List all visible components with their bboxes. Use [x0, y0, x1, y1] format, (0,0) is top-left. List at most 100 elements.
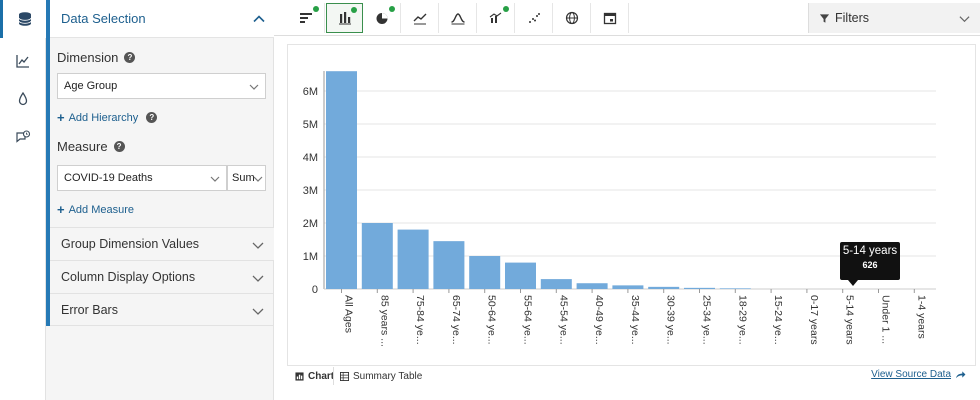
bell-curve-icon — [451, 13, 465, 25]
tab-summary-table[interactable]: Summary Table — [333, 367, 428, 385]
add-measure-link[interactable]: + Add Measure — [57, 202, 134, 217]
chevron-down-icon — [959, 16, 970, 23]
plus-icon: + — [57, 202, 65, 217]
measure-value: COVID-19 Deaths — [64, 172, 153, 184]
tooltip-value: 626 — [862, 260, 878, 270]
chevron-down-icon — [252, 275, 264, 282]
area-chart-button[interactable] — [440, 3, 477, 33]
rail-style-button[interactable] — [0, 80, 46, 118]
x-tick-label: 65-74 ye... — [450, 295, 462, 345]
active-dot — [503, 6, 509, 12]
add-hierarchy-link[interactable]: + Add Hierarchy ? — [57, 110, 158, 125]
bar — [684, 287, 715, 289]
help-icon[interactable]: ? — [113, 141, 125, 152]
globe-icon — [565, 11, 579, 25]
pie-chart-button[interactable] — [364, 3, 401, 33]
help-icon[interactable]: ? — [124, 52, 136, 63]
calendar-chart-button[interactable] — [592, 3, 629, 33]
scatter-icon — [529, 13, 540, 23]
dimension-select[interactable]: Age Group — [57, 73, 266, 99]
bar — [719, 288, 751, 289]
section-label: Column Display Options — [61, 270, 196, 284]
horizontal-bar-chart-button[interactable] — [288, 3, 325, 33]
rail-data-button[interactable] — [0, 0, 46, 38]
bar — [397, 229, 429, 289]
filters-button[interactable]: Filters — [808, 3, 980, 33]
x-tick-label: 85 years ... — [378, 295, 390, 347]
droplet-icon — [18, 91, 28, 106]
vertical-bar-icon — [338, 12, 351, 25]
rail-chart-button[interactable] — [0, 42, 46, 80]
help-icon[interactable]: ? — [146, 112, 158, 123]
bar — [361, 223, 393, 289]
panel-title: Data Selection — [61, 11, 146, 26]
combo-chart-button[interactable] — [478, 3, 515, 33]
chart-line-icon — [16, 55, 29, 68]
x-tick-label: All Ages — [343, 295, 355, 333]
y-tick-label: 1M — [303, 251, 318, 263]
database-icon — [18, 12, 31, 26]
active-dot — [351, 7, 357, 13]
aggregation-select[interactable]: Sum — [227, 165, 266, 191]
y-tick-label: 5M — [303, 119, 318, 131]
bar — [612, 285, 644, 289]
x-tick-label: 55-64 ye... — [522, 295, 534, 345]
x-tick-label: 5-14 years — [844, 295, 856, 345]
chart-tooltip: 5-14 years 626 — [840, 242, 900, 286]
dimension-value: Age Group — [64, 80, 118, 92]
chart-card: 0 1M 2M 3M 4M 5M 6M All Ages 85 years ... 75-84 y… — [287, 44, 976, 385]
measure-label-text: Measure — [57, 139, 108, 154]
scatter-chart-button[interactable] — [516, 3, 553, 33]
line-chart-icon — [413, 13, 427, 25]
chevron-down-icon — [253, 176, 263, 182]
tab-summary-table-label: Summary Table — [353, 370, 423, 382]
active-dot — [313, 6, 319, 12]
chart-type-toolbar: Filters — [274, 0, 980, 36]
horizontal-bar-icon — [300, 13, 312, 23]
x-tick-label: 45-54 ye... — [557, 295, 569, 345]
pie-chart-icon — [376, 13, 388, 24]
chat-clock-icon — [16, 130, 31, 143]
x-tick-label: Under 1 ... — [880, 295, 892, 344]
x-tick-label: 15-24 ye... — [772, 295, 784, 345]
measure-select[interactable]: COVID-19 Deaths — [57, 165, 227, 191]
y-tick-label: 0 — [312, 284, 318, 296]
y-tick-label: 4M — [303, 152, 318, 164]
share-arrow-icon — [956, 371, 966, 379]
bar — [469, 256, 501, 289]
plus-icon: + — [57, 110, 65, 125]
x-tick-label: 0-17 years — [808, 295, 820, 345]
combo-chart-icon — [489, 12, 502, 23]
map-chart-button[interactable] — [554, 3, 591, 33]
tooltip-arrow — [848, 280, 858, 286]
x-tick-label: 40-49 ye... — [593, 295, 605, 345]
dimension-label-text: Dimension — [57, 50, 119, 65]
vertical-bar-chart-button[interactable] — [326, 3, 363, 33]
source-link-text: View Source Data — [871, 369, 951, 380]
bar — [326, 71, 357, 289]
data-selection-header[interactable]: Data Selection — [50, 0, 274, 38]
measure-label: Measure ? — [57, 139, 125, 154]
error-bars-section[interactable]: Error Bars — [50, 293, 274, 326]
rail-notes-button[interactable] — [0, 118, 46, 156]
group-dimension-values-section[interactable]: Group Dimension Values — [50, 227, 274, 260]
chevron-down-icon — [210, 176, 220, 182]
table-icon — [340, 371, 349, 381]
x-tick-label: 1-4 years — [915, 295, 927, 339]
bar-chart: 0 1M 2M 3M 4M 5M 6M All Ages 85 years ... 75-84 y… — [303, 71, 936, 347]
x-tick-label: 25-34 ye... — [701, 295, 713, 345]
line-chart-button[interactable] — [402, 3, 439, 33]
column-display-options-section[interactable]: Column Display Options — [50, 260, 274, 293]
y-tick-label: 2M — [303, 218, 318, 230]
bar — [433, 241, 465, 289]
add-hierarchy-text: Add Hierarchy — [68, 111, 139, 124]
calendar-icon — [603, 12, 617, 25]
data-selection-panel: Data Selection Dimension ? Age Group + A… — [46, 0, 274, 400]
add-measure-text: Add Measure — [68, 203, 135, 216]
active-dot — [389, 6, 395, 12]
dimension-label: Dimension ? — [57, 50, 136, 65]
view-source-data-link[interactable]: View Source Data — [871, 369, 966, 380]
bar — [540, 279, 572, 289]
x-tick-label: 50-64 ye... — [486, 295, 498, 345]
y-tick-label: 6M — [303, 86, 318, 98]
